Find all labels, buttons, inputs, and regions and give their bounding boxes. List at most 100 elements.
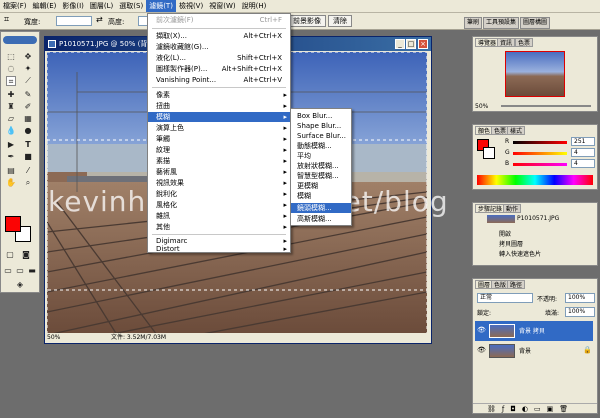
menu-layer[interactable]: 圖層(L)	[87, 0, 116, 12]
zoom-tool-icon[interactable]: ⌕	[23, 178, 33, 188]
menu-row-blur[interactable]: 模糊 ▸	[148, 112, 290, 122]
foreground-color-swatch-front[interactable]	[5, 216, 21, 232]
slice-tool-icon[interactable]: ⟋	[23, 76, 33, 86]
menu-row-extract[interactable]: 擷取(X)... Alt+Ctrl+X	[148, 31, 290, 41]
menu-row-motion-blur[interactable]: 動態模糊...	[291, 141, 351, 151]
g-slider[interactable]	[513, 152, 567, 155]
eye-icon[interactable]: 👁	[477, 326, 486, 334]
paths-tab[interactable]: 路徑	[507, 280, 526, 289]
pen-tool-icon[interactable]: ✒	[6, 152, 16, 162]
r-slider[interactable]	[513, 141, 567, 144]
navigator-tab[interactable]: 導覽器	[475, 38, 500, 47]
menu-row-average[interactable]: 平均	[291, 151, 351, 161]
menu-select[interactable]: 選取(S)	[116, 0, 146, 12]
clone-stamp-tool-icon[interactable]: ♜	[6, 102, 16, 112]
menu-row-pixelate[interactable]: 像素 ▸	[148, 90, 290, 100]
menu-row-texture[interactable]: 紋理 ▸	[148, 145, 290, 155]
navigator-zoom[interactable]: 50%	[475, 103, 488, 110]
menu-row-shape-blur[interactable]: Shape Blur...	[291, 121, 351, 131]
layer-style-icon[interactable]: ƒ	[502, 404, 504, 413]
menu-row-noise[interactable]: 雜訊 ▸	[148, 211, 290, 221]
tool-presets-tab[interactable]: 工具預設集	[483, 17, 520, 29]
history-brush-tool-icon[interactable]: ✐	[23, 102, 33, 112]
shape-tool-icon[interactable]: ■	[23, 152, 33, 162]
crop-tool-icon[interactable]: ⌗	[6, 76, 16, 86]
quick-mask-icon[interactable]: ◙	[21, 250, 31, 260]
layer-comps-tab[interactable]: 圖層構圖	[520, 17, 551, 29]
minimize-button[interactable]: _	[395, 39, 405, 49]
eyedropper-tool-icon[interactable]: ⁄	[23, 166, 33, 176]
menu-row-blur-plain[interactable]: 模糊	[291, 191, 351, 201]
menu-view[interactable]: 檢視(V)	[176, 0, 206, 12]
menu-row-distort[interactable]: 扭曲 ▸	[148, 101, 290, 111]
new-group-icon[interactable]: ▭	[534, 404, 541, 413]
menu-row-radial-blur[interactable]: 放射狀模糊...	[291, 161, 351, 171]
menu-row-filter-gallery[interactable]: 濾鏡收藏館(G)...	[148, 42, 290, 52]
menu-row-blur-more[interactable]: 更模糊	[291, 181, 351, 191]
b-value[interactable]: 4	[571, 159, 595, 168]
screen-mode-full-menu-icon[interactable]: ▭	[15, 266, 25, 276]
styles-tab[interactable]: 樣式	[507, 126, 526, 135]
blur-tool-icon[interactable]: 💧	[6, 126, 16, 136]
swatches-tab[interactable]: 色票	[515, 38, 534, 47]
hand-tool-icon[interactable]: ✋	[6, 178, 16, 188]
front-image-button[interactable]: 前景影像	[288, 15, 326, 27]
menu-row-lens-blur[interactable]: 鏡頭模糊...	[291, 203, 351, 213]
menu-edit[interactable]: 編輯(E)	[30, 0, 60, 12]
gradient-tool-icon[interactable]: ▦	[23, 114, 33, 124]
actions-tab[interactable]: 動作	[503, 204, 522, 213]
marquee-tool-icon[interactable]: ⬚	[6, 52, 16, 62]
notes-tool-icon[interactable]: ▤	[6, 166, 16, 176]
history-step-quick-mask[interactable]: 轉入快速遮色片	[499, 249, 541, 258]
screen-mode-standard-icon[interactable]: ▭	[3, 266, 13, 276]
width-input[interactable]	[56, 16, 92, 26]
info-tab[interactable]: 資訊	[497, 38, 516, 47]
menu-row-smart-blur[interactable]: 智慧型模糊...	[291, 171, 351, 181]
navigator-slider[interactable]	[501, 105, 591, 107]
brush-tool-icon[interactable]: ✎	[23, 90, 33, 100]
dodge-tool-icon[interactable]: ●	[23, 126, 33, 136]
fill-input[interactable]: 100%	[565, 307, 595, 317]
menu-row-distort-plugin[interactable]: Distort ▸	[148, 246, 290, 253]
history-step-open[interactable]: 開啟	[499, 229, 511, 238]
screen-mode-full-icon[interactable]: ▬	[27, 266, 37, 276]
crop-tool-icon[interactable]: ⌗	[4, 15, 9, 25]
add-mask-icon[interactable]: ◘	[510, 404, 516, 413]
color-spectrum-bar[interactable]	[477, 175, 593, 185]
menu-row-sketch[interactable]: 素描 ▸	[148, 156, 290, 166]
blend-mode-select[interactable]: 正常	[477, 293, 533, 303]
zoom-readout[interactable]: 50%	[47, 333, 60, 343]
type-tool-icon[interactable]: T	[23, 140, 33, 150]
menu-help[interactable]: 說明(H)	[239, 0, 270, 12]
color-bg-swatch[interactable]	[483, 147, 495, 159]
history-step-duplicate-layer[interactable]: 拷貝圖層	[499, 239, 523, 248]
eye-icon[interactable]: 👁	[477, 346, 486, 354]
link-layers-icon[interactable]: ⛓	[487, 404, 496, 413]
standard-mode-icon[interactable]: ▢	[5, 250, 15, 260]
swap-icon[interactable]: ⇄	[96, 15, 103, 24]
opacity-input[interactable]: 100%	[565, 293, 595, 303]
clear-button[interactable]: 清除	[328, 15, 352, 27]
menu-row-box-blur[interactable]: Box Blur...	[291, 111, 351, 121]
g-value[interactable]: 4	[571, 148, 595, 157]
menu-row-surface-blur[interactable]: Surface Blur...	[291, 131, 351, 141]
menu-image[interactable]: 影像(I)	[59, 0, 87, 12]
adjustment-layer-icon[interactable]: ◐	[522, 404, 528, 413]
history-snapshot-label[interactable]: P1010571.JPG	[517, 215, 559, 222]
new-layer-icon[interactable]: ▣	[547, 404, 554, 413]
layer-row-background[interactable]: 👁 背景 🔒	[475, 341, 593, 361]
maximize-button[interactable]: □	[406, 39, 416, 49]
menu-row-sharpen[interactable]: 銳利化 ▸	[148, 189, 290, 199]
menu-row-vanishing-point[interactable]: Vanishing Point... Alt+Ctrl+V	[148, 75, 290, 85]
magic-wand-tool-icon[interactable]: ✦	[23, 64, 33, 74]
menu-row-artistic[interactable]: 藝術風 ▸	[148, 167, 290, 177]
b-slider[interactable]	[513, 163, 567, 166]
menu-row-gaussian-blur[interactable]: 高斯模糊...	[291, 214, 351, 224]
jump-to-imageready-icon[interactable]: ◈	[15, 280, 25, 290]
path-selection-tool-icon[interactable]: ▶	[6, 140, 16, 150]
history-tab[interactable]: 步驟記錄	[475, 204, 506, 213]
eraser-tool-icon[interactable]: ▱	[6, 114, 16, 124]
lasso-tool-icon[interactable]: ◌	[6, 64, 16, 74]
menu-file[interactable]: 檔案(F)	[0, 0, 30, 12]
menu-window[interactable]: 視窗(W)	[206, 0, 238, 12]
